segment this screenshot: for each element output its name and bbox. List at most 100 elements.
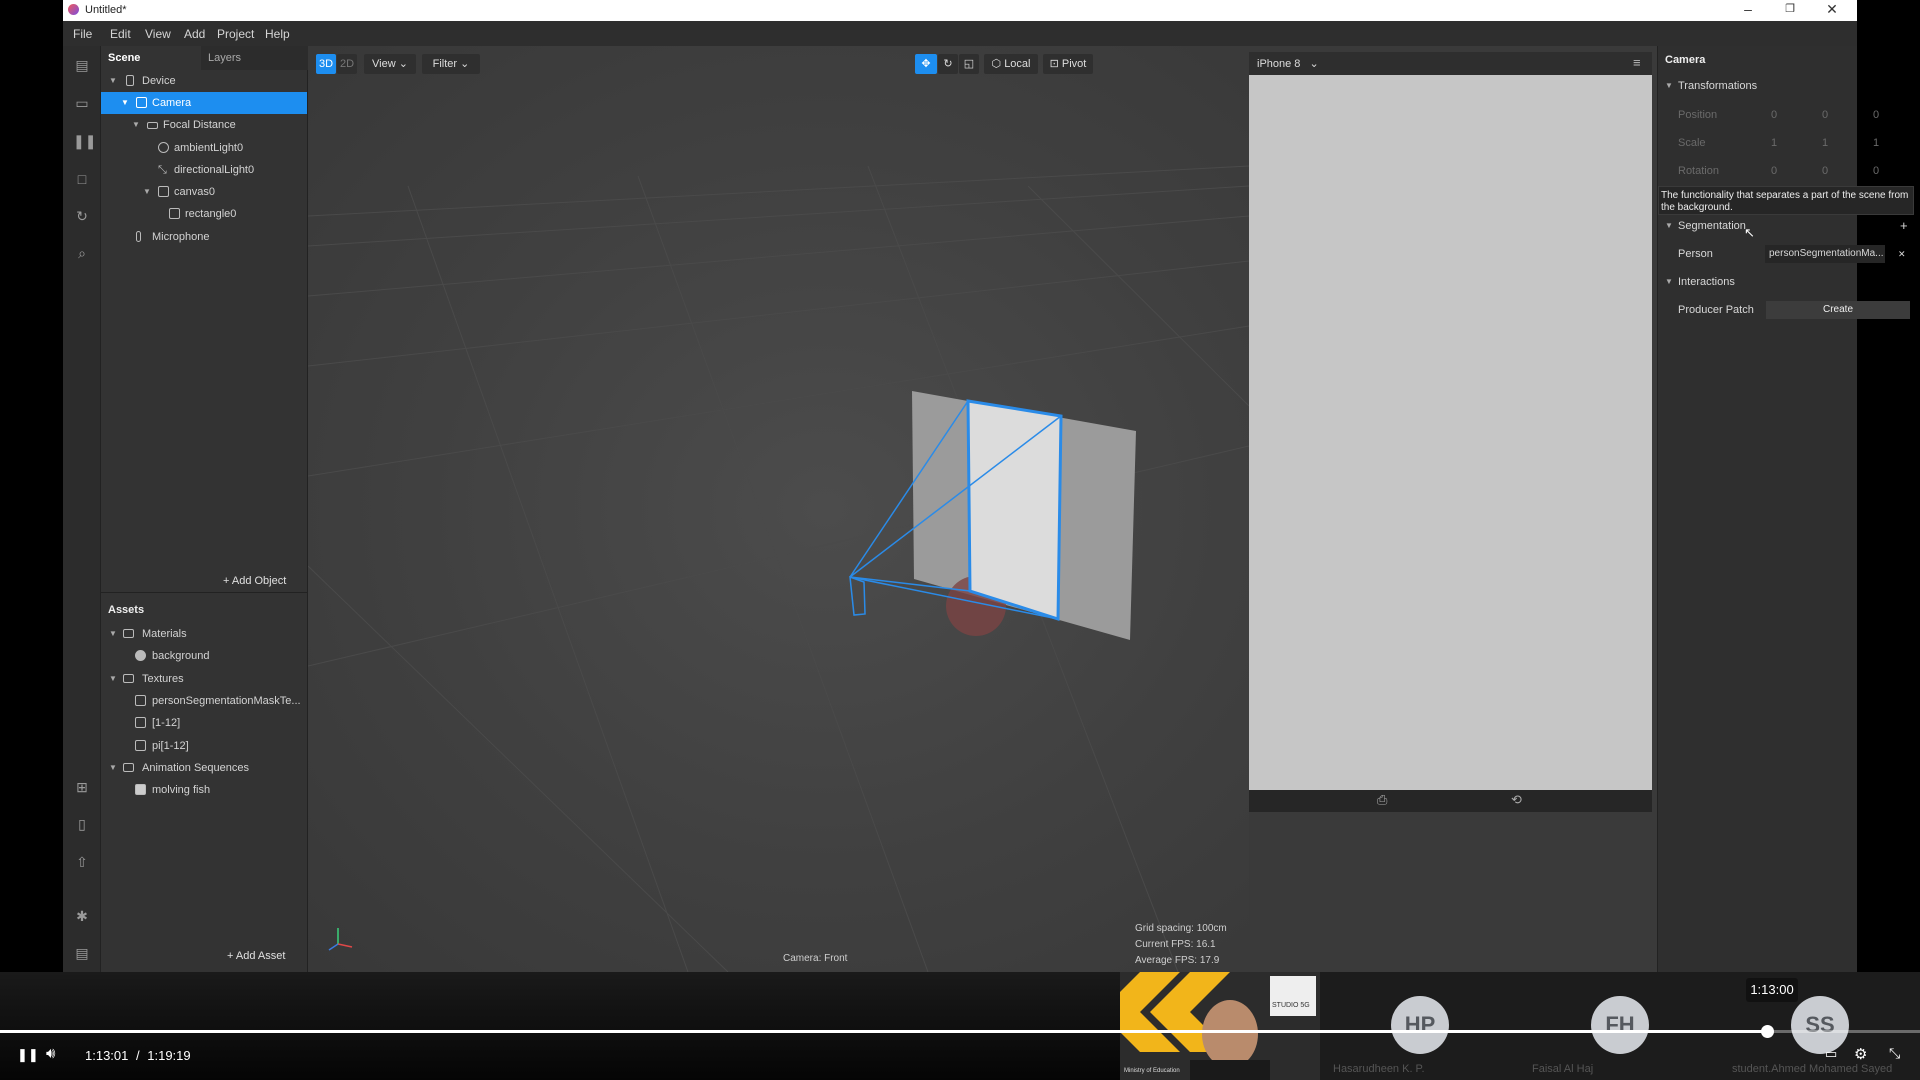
asset-folder-animation-sequences[interactable]: ▼ Animation Sequences bbox=[101, 757, 307, 779]
position-x[interactable]: 0 bbox=[1771, 104, 1777, 126]
device-dropdown[interactable]: iPhone 8 ⌄ bbox=[1257, 57, 1319, 70]
search-icon[interactable]: ⌕ bbox=[73, 244, 91, 262]
person-texture-field[interactable]: personSegmentationMa... bbox=[1765, 245, 1885, 263]
menu-add[interactable]: Add bbox=[184, 27, 205, 41]
expand-arrow-icon[interactable]: ▼ bbox=[109, 668, 117, 690]
scene-viewport[interactable]: 3D 2D View ⌄ Filter ⌄ ✥ ↻ ◱ ⬡ Local ⊡ Pi… bbox=[308, 46, 1249, 972]
device-icon[interactable]: ▯ bbox=[73, 815, 91, 833]
scale-y[interactable]: 1 bbox=[1822, 132, 1828, 154]
scale-z[interactable]: 1 bbox=[1873, 132, 1879, 154]
progress-track[interactable] bbox=[0, 1025, 1920, 1038]
tree-item-device[interactable]: ▼ Device bbox=[101, 70, 307, 92]
expand-arrow-icon[interactable]: ▼ bbox=[121, 92, 129, 114]
restore-icon[interactable]: ❐ bbox=[1769, 0, 1811, 21]
tree-label: directionalLight0 bbox=[174, 164, 255, 176]
canvas-icon bbox=[158, 186, 169, 197]
scale-x[interactable]: 1 bbox=[1771, 132, 1777, 154]
tree-item-microphone[interactable]: Microphone bbox=[101, 226, 307, 248]
tree-item-ambient-light[interactable]: ambientLight0 bbox=[101, 137, 307, 159]
tab-scene[interactable]: Scene bbox=[101, 46, 201, 70]
screenshot-icon[interactable]: ⎙ bbox=[1377, 792, 1387, 808]
import-icon[interactable]: ⊞ bbox=[73, 778, 91, 796]
expand-arrow-icon[interactable]: ▼ bbox=[132, 114, 140, 136]
layout-icon[interactable]: ▤ bbox=[73, 56, 91, 74]
expand-arrow-icon[interactable]: ▼ bbox=[109, 623, 117, 645]
folder-icon bbox=[123, 674, 134, 683]
asset-item-animation[interactable]: molving fish bbox=[101, 779, 307, 801]
mode-3d-button[interactable]: 3D bbox=[316, 54, 336, 74]
fullscreen-exit-icon[interactable]: ⤡ bbox=[1889, 1045, 1900, 1062]
tree-item-rectangle[interactable]: rectangle0 bbox=[101, 203, 307, 225]
mode-2d-button[interactable]: 2D bbox=[337, 54, 357, 74]
collapse-arrow-icon[interactable]: ▼ bbox=[1665, 215, 1673, 237]
settings-gear-icon[interactable]: ⚙ bbox=[1854, 1045, 1867, 1063]
expand-arrow-icon[interactable]: ▼ bbox=[109, 70, 117, 92]
menu-icon[interactable]: ≡ bbox=[1633, 55, 1641, 70]
participant-name: Hasarudheen K. P. bbox=[1333, 1063, 1425, 1075]
tree-label: pi[1-12] bbox=[152, 740, 189, 752]
collapse-arrow-icon[interactable]: ▼ bbox=[1665, 271, 1673, 293]
collapse-arrow-icon[interactable]: ▼ bbox=[1665, 75, 1673, 97]
volume-icon[interactable]: 🔊︎ bbox=[46, 1045, 55, 1062]
rotate-tool-icon[interactable]: ↻ bbox=[938, 54, 958, 74]
menu-help[interactable]: Help bbox=[265, 27, 290, 41]
remove-texture-icon[interactable]: ✕ bbox=[1898, 243, 1906, 265]
asset-item-texture[interactable]: personSegmentationMaskTe... bbox=[101, 690, 307, 712]
camera-label: Camera: Front bbox=[783, 953, 848, 964]
segmentation-section[interactable]: ▼ Segmentation + bbox=[1658, 215, 1908, 237]
add-object-button[interactable]: + Add Object bbox=[223, 575, 286, 587]
menu-view[interactable]: View bbox=[145, 27, 171, 41]
rotation-x[interactable]: 0 bbox=[1771, 160, 1777, 182]
transformations-section[interactable]: ▼ Transformations bbox=[1658, 75, 1858, 97]
position-y[interactable]: 0 bbox=[1822, 104, 1828, 126]
progress-handle[interactable] bbox=[1761, 1025, 1774, 1038]
create-button[interactable]: Create bbox=[1766, 301, 1910, 319]
menu-file[interactable]: File bbox=[73, 27, 92, 41]
participant-tile-fh[interactable]: FH Faisal Al Haj bbox=[1520, 972, 1720, 1080]
pivot-button[interactable]: ⊡ Pivot bbox=[1043, 54, 1093, 74]
rotation-z[interactable]: 0 bbox=[1873, 160, 1879, 182]
add-asset-button[interactable]: + Add Asset bbox=[227, 950, 285, 962]
pause-bars-icon[interactable]: ❚❚ bbox=[73, 132, 96, 150]
position-z[interactable]: 0 bbox=[1873, 104, 1879, 126]
asset-folder-textures[interactable]: ▼ Textures bbox=[101, 668, 307, 690]
rectangle-object[interactable] bbox=[966, 399, 1063, 622]
tab-layers[interactable]: Layers bbox=[201, 46, 308, 70]
tree-item-camera[interactable]: ▼ Camera bbox=[101, 92, 307, 114]
tree-label: ambientLight0 bbox=[174, 142, 244, 154]
captions-icon[interactable]: ▭ bbox=[1825, 1046, 1837, 1062]
expand-arrow-icon[interactable]: ▼ bbox=[109, 757, 117, 779]
view-dropdown[interactable]: View ⌄ bbox=[364, 54, 416, 74]
menu-project[interactable]: Project bbox=[217, 27, 254, 41]
expand-arrow-icon[interactable]: ▼ bbox=[143, 181, 151, 203]
pause-icon[interactable]: ❚❚ bbox=[17, 1047, 39, 1063]
close-icon[interactable]: ✕ bbox=[1811, 0, 1853, 21]
tree-item-focal-distance[interactable]: ▼ Focal Distance bbox=[101, 114, 307, 136]
tree-item-canvas[interactable]: ▼ canvas0 bbox=[101, 181, 307, 203]
scene-objects bbox=[849, 391, 1136, 640]
minimize-icon[interactable]: – bbox=[1727, 0, 1769, 21]
presenter-tile[interactable]: STUDIO 5G Ministry of Education bbox=[1120, 972, 1320, 1080]
scale-tool-icon[interactable]: ◱ bbox=[959, 54, 979, 74]
tree-item-directional-light[interactable]: ⤡ directionalLight0 bbox=[101, 159, 307, 181]
asset-item-texture[interactable]: [1-12] bbox=[101, 712, 307, 734]
asset-item-background[interactable]: background bbox=[101, 645, 307, 667]
filter-dropdown[interactable]: Filter ⌄ bbox=[422, 54, 480, 74]
add-segmentation-icon[interactable]: + bbox=[1900, 215, 1908, 237]
interactions-section[interactable]: ▼ Interactions bbox=[1658, 271, 1858, 293]
move-tool-icon[interactable]: ✥ bbox=[915, 54, 937, 74]
video-icon[interactable]: ▭ bbox=[73, 94, 91, 112]
refresh-icon[interactable]: ↻ bbox=[73, 207, 91, 225]
participant-tile-hp[interactable]: HP Hasarudheen K. P. bbox=[1320, 972, 1520, 1080]
rotate-device-icon[interactable]: ⟲ bbox=[1511, 792, 1522, 808]
square-icon[interactable]: □ bbox=[73, 170, 91, 188]
simulator-screen[interactable] bbox=[1249, 75, 1652, 790]
rotation-y[interactable]: 0 bbox=[1822, 160, 1828, 182]
asset-folder-materials[interactable]: ▼ Materials bbox=[101, 623, 307, 645]
local-button[interactable]: ⬡ Local bbox=[984, 54, 1038, 74]
menu-edit[interactable]: Edit bbox=[110, 27, 131, 41]
console-icon[interactable]: ▤ bbox=[73, 944, 91, 962]
upload-icon[interactable]: ⇧ bbox=[73, 853, 91, 871]
asset-item-texture[interactable]: pi[1-12] bbox=[101, 735, 307, 757]
bug-icon[interactable]: ✱ bbox=[73, 907, 91, 925]
